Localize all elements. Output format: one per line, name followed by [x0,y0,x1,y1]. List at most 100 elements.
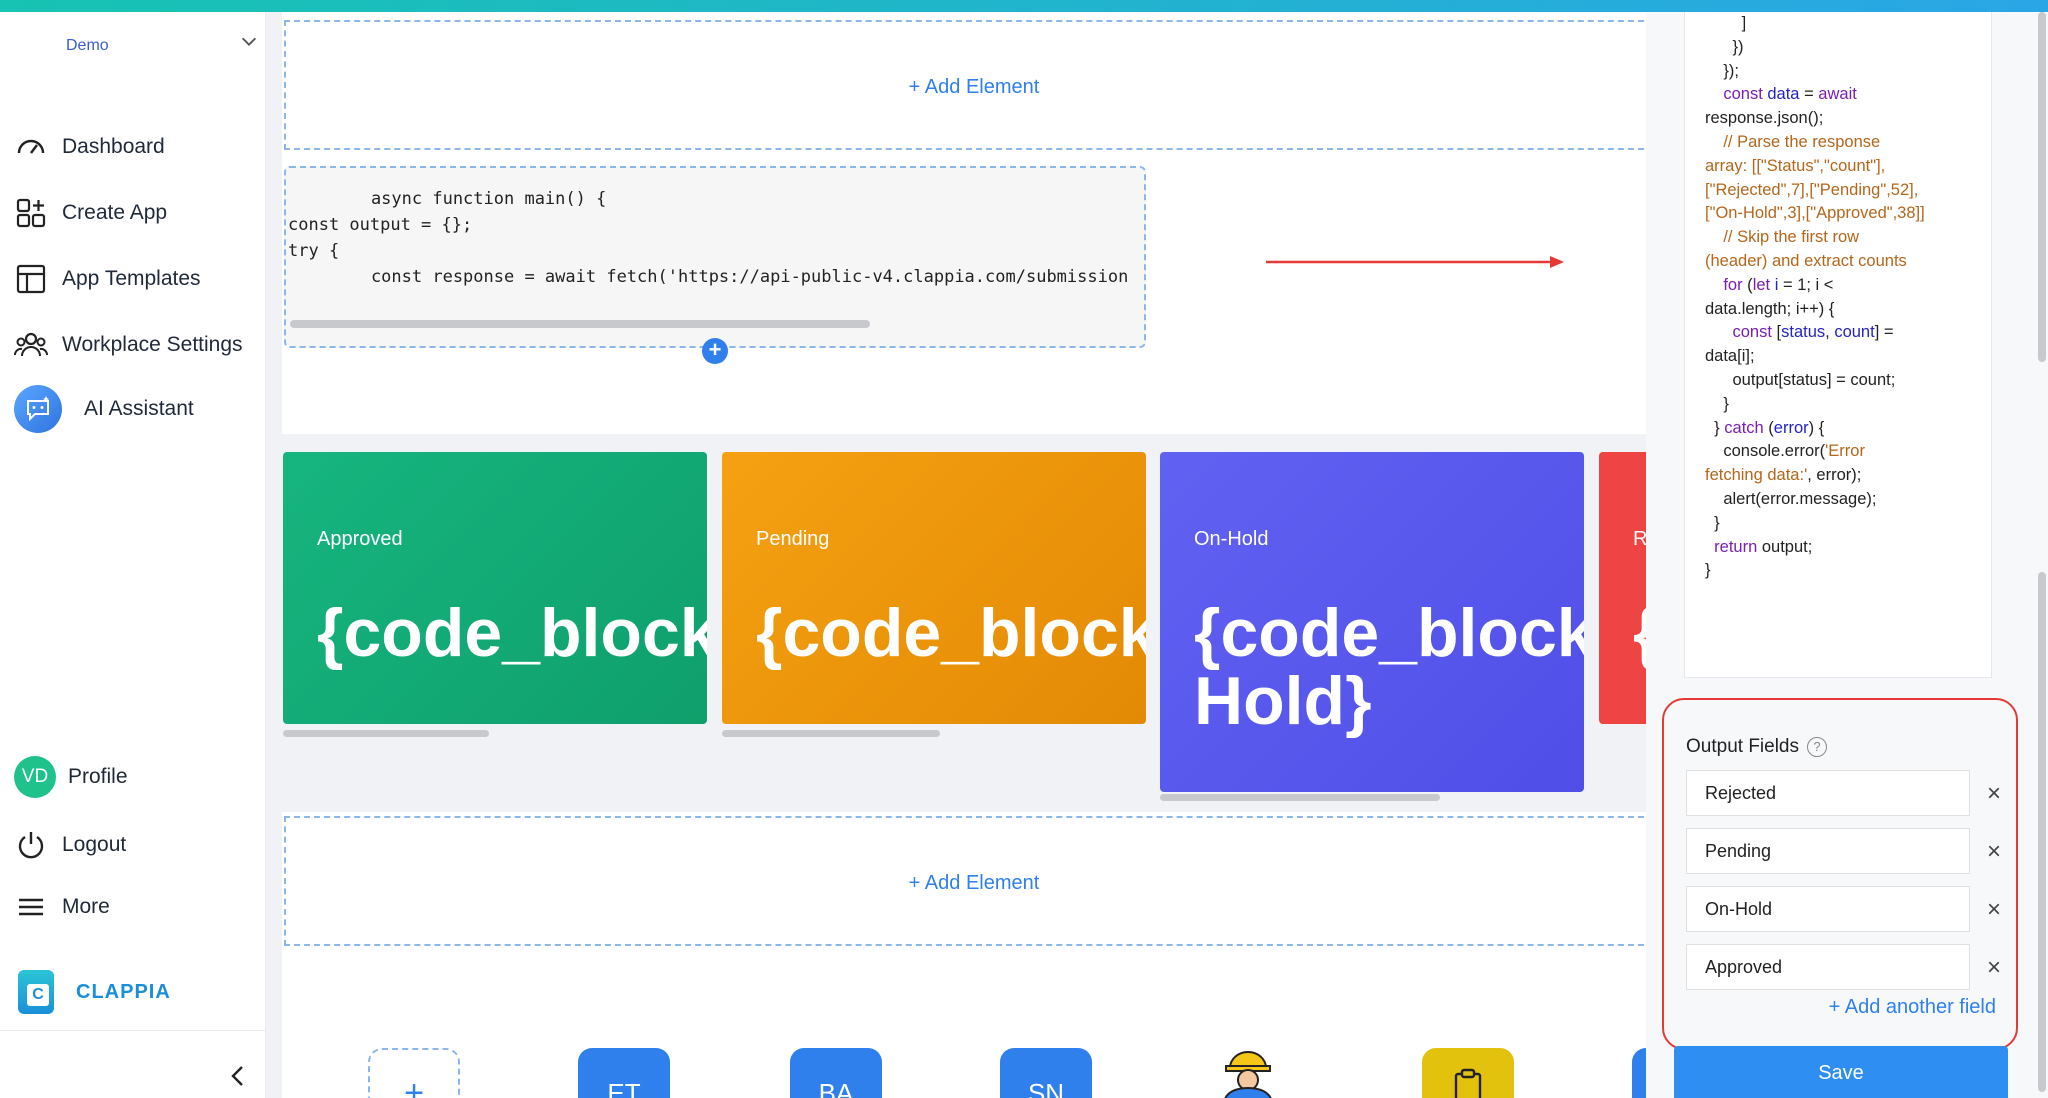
output-field-input[interactable]: On-Hold [1686,886,1970,932]
clipboard-icon [1454,1068,1482,1098]
card-value: { [1633,598,1646,668]
sidebar-item-label: Create App [62,201,168,224]
speedometer-icon [14,130,48,164]
card-value: {code_block [317,595,707,671]
sidebar-item-more[interactable]: More [14,884,110,930]
add-element-zone-top[interactable]: + Add Element [284,20,1646,150]
card-label: Pending [756,528,830,550]
code-line: response.json(); [1705,109,1824,128]
card-label: Re [1633,528,1646,550]
output-field-input[interactable]: Pending [1686,828,1970,874]
add-app-tile[interactable]: + [368,1048,460,1098]
sidebar-divider [0,1030,266,1031]
sidebar-item-profile[interactable]: VD Profile [14,754,128,800]
code-line: const response = await fetch('https://ap… [330,267,1129,287]
sidebar-item-label: Dashboard [62,135,165,158]
code-line: data.length; i++) { [1705,299,1835,318]
close-icon[interactable]: × [1982,956,2006,980]
code-line: async function main() { [330,189,607,209]
brand-name: CLAPPIA [76,980,171,1003]
status-card-rejected[interactable]: Re { [1599,452,1646,724]
form-canvas: + Add Element async function main() { con… [266,12,1646,1098]
close-icon[interactable]: × [1982,782,2006,806]
app-tile-ba[interactable]: BA [790,1048,882,1098]
code-lines: ] }) }); const data = await response.jso… [1705,12,1991,583]
top-accent-bar [0,0,2048,12]
clappia-logo-icon [18,970,54,1014]
chevron-left-icon[interactable] [224,1062,252,1090]
code-line: array: [["Status","count"], [1705,156,1886,175]
output-field-input[interactable]: Approved [1686,944,1970,990]
grid-plus-icon [14,196,48,230]
power-icon [14,828,48,862]
output-field-input[interactable]: Rejected [1686,770,1970,816]
add-element-link[interactable]: + Add Element [286,76,1646,99]
code-line: data[i]; [1705,347,1755,366]
code-line: ["On-Hold",3],["Approved",38]] [1705,204,1925,223]
status-card-approved[interactable]: Approved {code_block [283,452,707,724]
code-line: return output; [1705,537,1813,556]
sidebar-item-label: Logout [62,833,127,856]
card-scrollbar[interactable] [1160,794,1440,801]
help-icon[interactable]: ? [1807,737,1827,757]
save-button[interactable]: Save [1674,1046,2008,1098]
app-tile-partial[interactable] [1632,1048,1646,1098]
sidebar-item-app-templates[interactable]: App Templates [14,256,201,302]
sidebar-item-label: More [62,895,110,918]
avatar: VD [14,756,56,798]
status-card-on-hold[interactable]: On-Hold {code_block Hold} [1160,452,1584,792]
output-fields-section: Output Fields ? Rejected × Pending × On-… [1662,698,2018,1050]
card-value: {code_block [756,595,1146,671]
status-card-pending[interactable]: Pending {code_block [722,452,1146,724]
card-scrollbar[interactable] [283,730,489,737]
ai-assistant-icon [14,385,62,433]
code-line: }); [1705,61,1739,80]
code-preview: async function main() { const output = {}… [286,168,1144,290]
sidebar-item-label: AI Assistant [84,397,194,420]
app-tile-et[interactable]: ET [578,1048,670,1098]
code-editor[interactable]: ] }) }); const data = await response.jso… [1684,12,1992,678]
app-tile-sn[interactable]: SN [1000,1048,1092,1098]
code-line: fetching data:', error); [1705,466,1862,485]
code-line: // Skip the first row [1705,228,1860,247]
code-line: console.error('Error [1705,442,1865,461]
sidebar-item-ai-assistant[interactable]: AI Assistant [14,385,194,433]
code-line: } [1705,561,1711,580]
code-line: } [1705,394,1729,413]
sidebar-item-create-app[interactable]: Create App [14,190,167,236]
code-line: const output = {}; [288,215,473,235]
sidebar-item-workplace-settings[interactable]: Workplace Settings [14,322,243,368]
code-line: output[status] = count; [1705,370,1896,389]
brand: CLAPPIA [18,970,171,1014]
panel-scrollbar[interactable] [2038,12,2046,362]
card-scrollbar[interactable] [722,730,940,737]
template-icon [14,262,48,296]
add-another-field-link[interactable]: + Add another field [1829,996,1996,1019]
card-label: Approved [317,528,403,550]
code-line: ["Rejected",7],["Pending",52], [1705,180,1919,199]
worker-icon[interactable] [1212,1046,1284,1098]
chevron-down-icon[interactable] [238,30,260,52]
output-fields-title: Output Fields ? [1686,736,1827,758]
panel-scrollbar-track[interactable] [2038,572,2046,1092]
sidebar-item-label: Profile [68,765,128,788]
clipboard-app-tile[interactable] [1422,1048,1514,1098]
code-line: try { [288,241,340,261]
card-label: On-Hold [1194,528,1269,550]
workspace-name[interactable]: Demo [66,37,109,55]
add-element-link[interactable]: + Add Element [286,872,1646,895]
code-line: }) [1705,37,1744,56]
workspace-selector[interactable] [18,30,258,90]
code-scrollbar[interactable] [290,320,870,328]
code-block-settings-panel: ] }) }); const data = await response.jso… [1646,12,2048,1098]
sidebar-item-label: Workplace Settings [62,333,243,356]
app-tiles-row: + ET BA SN [282,974,1646,1098]
red-arrow-icon [1266,256,1564,268]
add-below-icon[interactable]: + [702,338,728,364]
close-icon[interactable]: × [1982,840,2006,864]
close-icon[interactable]: × [1982,898,2006,922]
add-element-zone-bottom[interactable]: + Add Element [284,816,1646,946]
sidebar-item-logout[interactable]: Logout [14,822,126,868]
code-line: } [1705,513,1720,532]
sidebar-item-dashboard[interactable]: Dashboard [14,124,165,170]
